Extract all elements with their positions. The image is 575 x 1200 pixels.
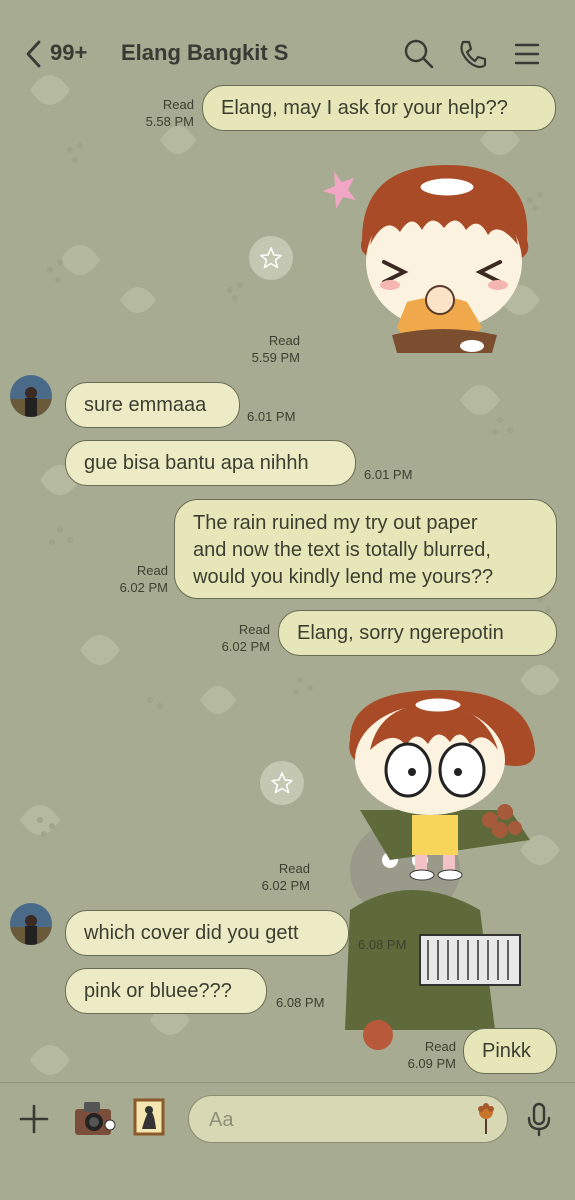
message-input[interactable] [207, 1104, 461, 1136]
search-icon[interactable] [403, 38, 435, 70]
message-bubble-outgoing[interactable]: The rain ruined my try out paper and now… [174, 499, 557, 599]
message-time: 6.08 PM [276, 995, 325, 1010]
chevron-left-icon[interactable] [22, 36, 52, 72]
worried-girl-sticker[interactable] [330, 680, 550, 1050]
gallery-icon[interactable] [132, 1095, 166, 1137]
message-meta: Read 6.02 PM [104, 562, 168, 596]
message-bubble-incoming[interactable]: which cover did you gett [65, 910, 349, 956]
message-time: 6.02 PM [119, 580, 168, 595]
unread-count-badge[interactable]: 99+ [50, 40, 87, 66]
message-bubble-outgoing[interactable]: Elang, sorry ngerepotin [278, 610, 557, 656]
message-text: pink or bluee??? [84, 980, 232, 1002]
avatar-image [10, 375, 52, 417]
read-receipt: Read [268, 333, 300, 348]
message-text: Elang, sorry ngerepotin [297, 622, 504, 644]
message-meta: Read 5.58 PM [130, 96, 194, 130]
message-time: 6.08 PM [358, 937, 407, 952]
plus-icon[interactable] [18, 1103, 50, 1135]
message-time: 6.01 PM [247, 409, 296, 424]
message-text-line: would you kindly lend me yours?? [193, 566, 494, 588]
message-text: sure emmaaa [84, 394, 207, 416]
message-meta: Read 6.09 PM [392, 1038, 456, 1072]
message-time: 5.59 PM [251, 350, 300, 365]
phone-icon[interactable] [457, 38, 489, 70]
message-text: which cover did you gett [84, 922, 299, 944]
message-bubble-incoming[interactable]: gue bisa bantu apa nihhh [65, 440, 356, 486]
microphone-icon[interactable] [524, 1101, 554, 1137]
message-text: gue bisa bantu apa nihhh [84, 452, 309, 474]
message-input-bar [0, 1082, 575, 1200]
favorite-button[interactable] [260, 761, 304, 805]
menu-icon[interactable] [511, 38, 543, 70]
message-text-line: The rain ruined my try out paper [193, 512, 478, 534]
message-time: 6.02 PM [221, 639, 270, 654]
message-text: Elang, may I ask for your help?? [221, 97, 508, 119]
message-bubble-incoming[interactable]: pink or bluee??? [65, 968, 267, 1014]
star-icon [260, 247, 282, 269]
message-meta: Read 5.59 PM [236, 332, 300, 366]
star-icon [271, 772, 293, 794]
message-text: Pinkk [482, 1040, 531, 1062]
read-receipt: Read [238, 622, 270, 637]
sticker-icon[interactable] [473, 1102, 499, 1136]
read-receipt: Read [278, 861, 310, 876]
crying-girl-sticker[interactable] [322, 150, 562, 360]
message-time: 6.09 PM [407, 1056, 456, 1071]
read-receipt: Read [424, 1039, 456, 1054]
avatar-image [10, 903, 52, 945]
message-text-line: and now the text is totally blurred, [193, 539, 491, 561]
message-bubble-incoming[interactable]: sure emmaaa [65, 382, 240, 428]
message-input-wrapper [188, 1095, 508, 1143]
contact-avatar[interactable] [10, 375, 52, 417]
chat-screen: 99+ Elang Bangkit S Read 5.58 PM Elang, … [0, 0, 575, 1200]
message-time: 5.58 PM [145, 114, 194, 129]
message-time: 6.02 PM [261, 878, 310, 893]
message-meta: Read 6.02 PM [206, 621, 270, 655]
message-bubble-outgoing[interactable]: Elang, may I ask for your help?? [202, 85, 556, 131]
camera-icon[interactable] [72, 1097, 116, 1139]
read-receipt: Read [136, 563, 168, 578]
message-time: 6.01 PM [364, 467, 413, 482]
message-meta: Read 6.02 PM [246, 860, 310, 894]
contact-avatar[interactable] [10, 903, 52, 945]
favorite-button[interactable] [249, 236, 293, 280]
read-receipt: Read [162, 97, 194, 112]
chat-title[interactable]: Elang Bangkit S [121, 40, 288, 66]
message-bubble-outgoing[interactable]: Pinkk [463, 1028, 557, 1074]
